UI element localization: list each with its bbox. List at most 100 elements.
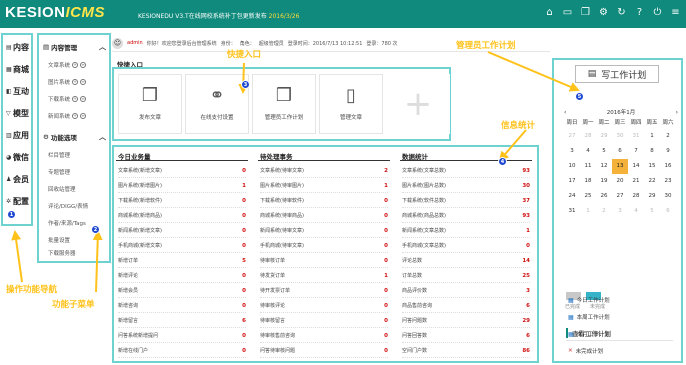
submenu-item[interactable]: 文章系统 + ≡ xyxy=(48,61,87,69)
calendar-day[interactable]: 19 xyxy=(596,174,612,189)
chevron-up-icon[interactable]: ︿ xyxy=(99,42,106,52)
calendar-day[interactable]: 2 xyxy=(596,204,612,219)
calendar-day[interactable]: 20 xyxy=(612,174,628,189)
submenu-item[interactable]: 专题管理 xyxy=(48,168,70,176)
stat-row[interactable]: 手机商城(新增文章) 0 xyxy=(118,239,246,253)
add-icon[interactable]: + xyxy=(72,113,79,119)
add-icon[interactable]: + xyxy=(72,79,79,85)
stat-row[interactable]: 问答回答数 6 xyxy=(402,329,530,343)
chevron-up-icon[interactable]: ︿ xyxy=(99,132,106,142)
stat-row[interactable]: 手机商城(待审文章) 0 xyxy=(260,239,388,253)
stat-row[interactable]: 新闻系统(文章总数) 1 xyxy=(402,224,530,238)
plan-link-today[interactable]: ▦ 今日工作计划 xyxy=(568,296,610,305)
stat-row[interactable]: 空间门户数 86 xyxy=(402,344,530,358)
stat-row[interactable]: 待发货订单 1 xyxy=(260,269,388,283)
avatar[interactable]: ☺ xyxy=(112,37,123,49)
submenu-item[interactable]: 下载系统 + ≡ xyxy=(48,95,87,103)
quick-card-manage-article[interactable]: ▯ 管理文章 xyxy=(319,74,383,134)
stat-row[interactable]: 问答系统新增提问 0 xyxy=(118,329,246,343)
calendar-day[interactable]: 5 xyxy=(644,204,660,219)
calendar-day[interactable]: 31 xyxy=(628,129,644,144)
stat-row[interactable]: 文章系统(新增文章) 0 xyxy=(118,164,246,178)
calendar-day[interactable]: 2 xyxy=(660,129,676,144)
calendar-day[interactable]: 31 xyxy=(564,204,580,219)
submenu-item[interactable]: 回收站管理 xyxy=(48,185,76,193)
stat-row[interactable]: 新增会员 0 xyxy=(118,284,246,298)
stat-row[interactable]: 新增咨询 0 xyxy=(118,299,246,313)
menu-icon[interactable]: ≡ xyxy=(669,6,682,19)
calendar-day[interactable]: 4 xyxy=(628,204,644,219)
stat-row[interactable]: 下载系统(软件总数) 37 xyxy=(402,194,530,208)
calendar-day[interactable]: 25 xyxy=(580,189,596,204)
power-icon[interactable]: ⏻ xyxy=(651,6,664,19)
list-icon[interactable]: ≡ xyxy=(80,96,87,102)
calendar-day[interactable]: 5 xyxy=(596,144,612,159)
calendar-day[interactable]: 28 xyxy=(628,189,644,204)
stat-row[interactable]: 图片系统(待审图片) 1 xyxy=(260,179,388,193)
submenu-group-function[interactable]: ⚙ 功能选项 ︿ xyxy=(43,132,106,142)
stat-row[interactable]: 图片系统(图片总数) 30 xyxy=(402,179,530,193)
gear-icon[interactable]: ⚙ xyxy=(597,6,610,19)
quick-card-post-article[interactable]: ❒ 发布文章 xyxy=(118,74,182,134)
submenu-item[interactable]: 作者/来源/Tags xyxy=(48,219,86,227)
stat-row[interactable]: 下载系统(待审软件) 0 xyxy=(260,194,388,208)
calendar-day[interactable]: 16 xyxy=(660,159,676,174)
stat-row[interactable]: 新增留言 6 xyxy=(118,314,246,328)
stat-row[interactable]: 新闻系统(待审文章) 0 xyxy=(260,224,388,238)
stat-row[interactable]: 商城系统(待审商品) 0 xyxy=(260,209,388,223)
stat-row[interactable]: 商城系统(商品总数) 93 xyxy=(402,209,530,223)
calendar-day[interactable]: 24 xyxy=(564,189,580,204)
calendar-day[interactable]: 26 xyxy=(596,189,612,204)
calendar-day[interactable]: 14 xyxy=(628,159,644,174)
calendar-day[interactable]: 17 xyxy=(564,174,580,189)
submenu-item[interactable]: 批量设置 xyxy=(48,236,70,244)
plan-link-week[interactable]: ▦ 本周工作计划 xyxy=(568,313,610,322)
stat-row[interactable]: 新增订单 5 xyxy=(118,254,246,268)
help-icon[interactable]: ? xyxy=(633,6,646,19)
calendar-day[interactable]: 18 xyxy=(580,174,596,189)
list-icon[interactable]: ≡ xyxy=(80,113,87,119)
nav-item-app[interactable]: ▥ 应用 xyxy=(6,129,34,141)
calendar-day[interactable]: 8 xyxy=(644,144,660,159)
stat-row[interactable]: 待审核售前咨询 0 xyxy=(260,329,388,343)
stat-row[interactable]: 待审核订单 0 xyxy=(260,254,388,268)
calendar-day[interactable]: 1 xyxy=(644,129,660,144)
stat-row[interactable]: 文章系统(待审文章) 2 xyxy=(260,164,388,178)
home-icon[interactable]: ⌂ xyxy=(543,6,556,19)
submenu-item[interactable]: 下载服务器 xyxy=(48,249,76,257)
plan-link-month[interactable]: ▦ 本月工作计划 xyxy=(568,330,610,339)
submenu-item[interactable]: 评论/DIGG/表情 xyxy=(48,202,88,210)
logo[interactable]: KESIONICMS xyxy=(5,4,105,21)
stat-row[interactable]: 问答待审核问题 0 xyxy=(260,344,388,358)
stat-row[interactable]: 商城系统(新增商品) 0 xyxy=(118,209,246,223)
calendar-day[interactable]: 29 xyxy=(596,129,612,144)
stat-row[interactable]: 问答问题数 29 xyxy=(402,314,530,328)
stat-row[interactable]: 新闻系统(新增文章) 0 xyxy=(118,224,246,238)
calendar-day[interactable]: 6 xyxy=(612,144,628,159)
stat-row[interactable]: 图片系统(新增图片) 1 xyxy=(118,179,246,193)
calendar-day[interactable]: 27 xyxy=(612,189,628,204)
stat-row[interactable]: 待审核留言 0 xyxy=(260,314,388,328)
submenu-item[interactable]: 图片系统 + ≡ xyxy=(48,78,87,86)
calendar-day[interactable]: 12 xyxy=(596,159,612,174)
nav-item-config[interactable]: ✲ 配置 xyxy=(6,195,34,207)
calendar-day[interactable]: 1 xyxy=(580,204,596,219)
version-notice[interactable]: KESIONEDU V3.T在线网校系统补丁包更新发布 2016/3/26 xyxy=(138,11,299,20)
calendar-day[interactable]: 6 xyxy=(660,204,676,219)
nav-item-model[interactable]: ▽ 模型 xyxy=(6,107,34,119)
add-icon[interactable]: + xyxy=(72,96,79,102)
calendar-day[interactable]: 10 xyxy=(564,159,580,174)
quick-card-payment[interactable]: ⚭ 在线支付设置 xyxy=(185,74,249,134)
user-name[interactable]: admin xyxy=(127,40,143,46)
nav-item-member[interactable]: ♟ 会员 xyxy=(6,173,34,185)
submenu-item[interactable]: 栏目管理 xyxy=(48,151,70,159)
quick-card-add[interactable]: + xyxy=(386,74,450,134)
stat-row[interactable]: 待审友链申请 0 xyxy=(260,359,388,361)
calendar-day[interactable]: 29 xyxy=(644,189,660,204)
list-icon[interactable]: ≡ xyxy=(80,79,87,85)
stat-row[interactable]: 订单总数 25 xyxy=(402,269,530,283)
submenu-group-content[interactable]: ▤ 内容管理 ︿ xyxy=(43,42,106,52)
stat-row[interactable]: 待审核评论 0 xyxy=(260,299,388,313)
stat-row[interactable]: 商品评价数 3 xyxy=(402,284,530,298)
stat-row[interactable]: 待开发票订单 0 xyxy=(260,284,388,298)
